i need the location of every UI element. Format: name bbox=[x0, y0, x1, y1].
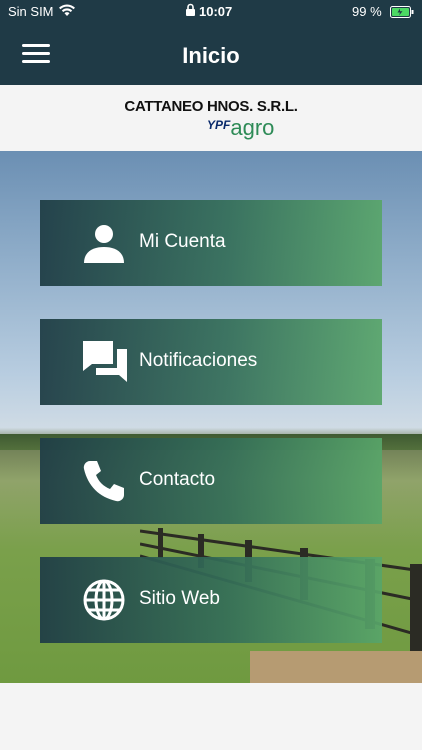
ypf-agro-logo: YPFagro bbox=[207, 115, 274, 141]
phone-icon bbox=[82, 459, 126, 503]
app-header: Inicio bbox=[0, 24, 422, 85]
clock: 10:07 bbox=[199, 4, 233, 19]
notificaciones-button[interactable]: Notificaciones bbox=[40, 319, 382, 405]
lock-icon bbox=[185, 3, 196, 20]
page-title: Inicio bbox=[182, 43, 240, 68]
sitio-web-label: Sitio Web bbox=[139, 588, 220, 609]
battery-percent: 99 % bbox=[352, 4, 382, 19]
status-bar: Sin SIM 10:07 99 % bbox=[0, 0, 422, 24]
mi-cuenta-button[interactable]: Mi Cuenta bbox=[40, 200, 382, 286]
brand-banner: CATTANEO HNOS. S.R.L. YPFagro bbox=[0, 85, 422, 151]
carrier-label: Sin SIM bbox=[8, 4, 54, 19]
dirt-path bbox=[250, 651, 422, 683]
logo-agro-text: agro bbox=[230, 115, 275, 140]
company-name: CATTANEO HNOS. S.R.L. bbox=[124, 98, 298, 115]
user-icon bbox=[82, 221, 126, 265]
notificaciones-label: Notificaciones bbox=[139, 350, 258, 371]
bottom-area bbox=[0, 683, 422, 750]
wifi-icon bbox=[58, 4, 76, 20]
mi-cuenta-label: Mi Cuenta bbox=[139, 231, 226, 252]
contacto-button[interactable]: Contacto bbox=[40, 438, 382, 524]
chat-icon bbox=[82, 340, 127, 384]
logo-ypf-text: YPF bbox=[207, 118, 231, 132]
battery-icon bbox=[390, 6, 414, 21]
sitio-web-button[interactable]: Sitio Web bbox=[40, 557, 382, 643]
contacto-label: Contacto bbox=[139, 469, 216, 490]
globe-icon bbox=[82, 578, 126, 622]
